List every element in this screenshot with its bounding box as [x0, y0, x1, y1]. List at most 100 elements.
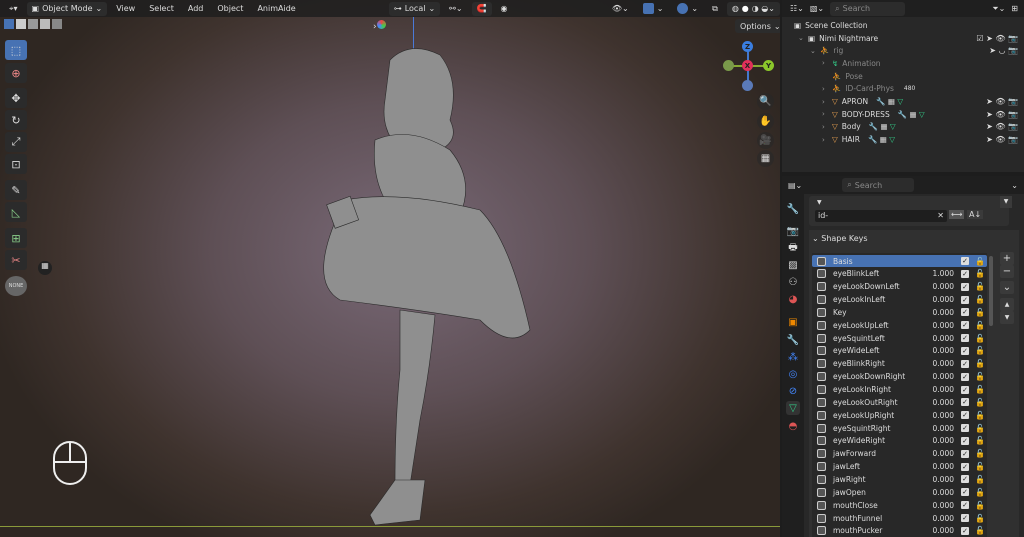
- particles-tab-icon[interactable]: ⁂: [786, 350, 800, 364]
- expand-arrow-icon[interactable]: ›: [822, 110, 832, 118]
- render-tab-icon[interactable]: 📷: [786, 224, 800, 238]
- mute-checkbox[interactable]: ✓: [961, 514, 969, 522]
- shape-key-row[interactable]: eyeBlinkRight 0.000 ✓ 🔓: [812, 358, 987, 370]
- shape-key-row[interactable]: eyeSquintRight 0.000 ✓ 🔓: [812, 422, 987, 434]
- mute-checkbox[interactable]: ✓: [961, 321, 969, 330]
- scene-tab-icon[interactable]: ⚇: [786, 275, 800, 289]
- expand-arrow-icon[interactable]: ⌄: [798, 34, 808, 42]
- outliner-item-body[interactable]: › ▽ Body 🔧 ▦ ▽ ➤ 👁 📷: [782, 121, 1024, 133]
- shape-key-row[interactable]: jawLeft 0.000 ✓ 🔓: [812, 461, 987, 473]
- lock-icon[interactable]: 🔓: [973, 359, 987, 368]
- transform-orientation-dropdown[interactable]: ⊶ Local ⌄: [388, 1, 441, 16]
- sort-alpha-icon[interactable]: A↓: [967, 210, 984, 219]
- shear-tool[interactable]: ✂: [5, 250, 27, 270]
- mesh-data-tab-icon[interactable]: ▽: [786, 401, 800, 415]
- mute-checkbox[interactable]: ✓: [961, 359, 969, 368]
- mute-checkbox[interactable]: ✓: [961, 372, 969, 381]
- shape-key-row[interactable]: jawForward 0.000 ✓ 🔓: [812, 448, 987, 460]
- add-shape-key-button[interactable]: +: [1000, 252, 1014, 265]
- select-extend-icon[interactable]: [16, 19, 26, 29]
- move-tool[interactable]: ✥: [5, 88, 27, 108]
- select-subtract-icon[interactable]: [28, 19, 38, 29]
- mute-checkbox[interactable]: ✓: [961, 282, 969, 291]
- options-chevron-icon[interactable]: ⌄: [1011, 181, 1018, 190]
- measure-tool[interactable]: ◺: [5, 202, 27, 222]
- add-cube-tool[interactable]: ⊞: [5, 228, 27, 248]
- lock-icon[interactable]: 🔓: [973, 385, 987, 394]
- shape-key-value[interactable]: 0.000: [914, 488, 954, 497]
- shape-key-value[interactable]: 0.000: [914, 526, 954, 535]
- shape-key-row[interactable]: eyeLookOutRight 0.000 ✓ 🔓: [812, 396, 987, 408]
- filter-name-input[interactable]: id- ✕: [815, 210, 947, 222]
- scene-collection-row[interactable]: ▣ Scene Collection: [782, 19, 1024, 31]
- view-layer-tab-icon[interactable]: ▨: [786, 258, 800, 272]
- new-collection-icon[interactable]: ⊞: [1011, 4, 1018, 13]
- lock-icon[interactable]: 🔓: [973, 436, 987, 445]
- collapse-arrow-icon[interactable]: ▼: [817, 199, 822, 206]
- remove-shape-key-button[interactable]: −: [1000, 265, 1014, 278]
- mute-checkbox[interactable]: ✓: [961, 488, 969, 497]
- pan-hand-icon[interactable]: ✋: [757, 113, 774, 130]
- menu-add[interactable]: Add: [183, 4, 209, 13]
- shape-key-row[interactable]: jawRight 0.000 ✓ 🔓: [812, 473, 987, 485]
- shape-key-row[interactable]: eyeLookInRight 0.000 ✓ 🔓: [812, 384, 987, 396]
- shape-key-row[interactable]: Key 0.000 ✓ 🔓: [812, 306, 987, 318]
- lock-icon[interactable]: 🔓: [973, 321, 987, 330]
- menu-object[interactable]: Object: [212, 4, 248, 13]
- outliner-item-id-card-phys[interactable]: › ⛹ ID-Card-Phys 480: [782, 83, 1024, 95]
- shape-keys-header[interactable]: ⌄ Shape Keys: [812, 234, 868, 243]
- mute-checkbox[interactable]: ✓: [961, 295, 969, 304]
- lock-icon[interactable]: 🔓: [973, 462, 987, 471]
- shape-key-value[interactable]: 0.000: [914, 346, 954, 355]
- filter-icon[interactable]: ⏷⌄: [992, 4, 1005, 14]
- annotate-tool[interactable]: ✎: [5, 180, 27, 200]
- lock-icon[interactable]: 🔓: [973, 424, 987, 433]
- filter-view-icon[interactable]: ▧⌄: [810, 4, 824, 13]
- shape-key-value[interactable]: 0.000: [914, 501, 954, 510]
- lock-icon[interactable]: 🔓: [973, 526, 987, 535]
- outliner-item-hair[interactable]: › ▽ HAIR 🔧 ▦ ▽ ➤ 👁 📷: [782, 134, 1024, 146]
- menu-select[interactable]: Select: [144, 4, 179, 13]
- shape-key-row[interactable]: mouthFunnel 0.000 ✓ 🔓: [812, 512, 987, 524]
- snap-toggle[interactable]: 🧲: [471, 1, 492, 16]
- visibility-toggles[interactable]: ➤ ◡ 📷: [989, 46, 1018, 55]
- lock-icon[interactable]: 🔓: [973, 346, 987, 355]
- shape-key-value[interactable]: 0.000: [914, 398, 954, 407]
- lock-icon[interactable]: 🔓: [973, 257, 987, 266]
- lock-icon[interactable]: 🔓: [973, 308, 987, 317]
- shape-key-row[interactable]: eyeLookDownRight 0.000 ✓ 🔓: [812, 371, 987, 383]
- gizmo-y[interactable]: Y: [763, 60, 774, 71]
- material-tab-icon[interactable]: ◓: [786, 419, 800, 433]
- constraints-tab-icon[interactable]: ⊘: [786, 384, 800, 398]
- mute-checkbox[interactable]: ✓: [961, 475, 969, 484]
- visibility-toggles[interactable]: ☑ ➤ 👁 📷: [976, 34, 1018, 43]
- scale-tool[interactable]: ⤢: [5, 132, 27, 152]
- shape-key-row[interactable]: eyeSquintLeft 0.000 ✓ 🔓: [812, 332, 987, 344]
- editor-type-button[interactable]: ⌖▾: [4, 2, 23, 16]
- lock-icon[interactable]: 🔓: [973, 334, 987, 343]
- shape-key-row[interactable]: eyeLookUpLeft 0.000 ✓ 🔓: [812, 319, 987, 331]
- sidebar-toggle[interactable]: ›: [373, 20, 386, 32]
- overlay-toggle[interactable]: ⌄: [672, 2, 703, 16]
- visibility-dropdown[interactable]: 👁⌄: [607, 2, 634, 16]
- visibility-toggles[interactable]: ➤ 👁 📷: [986, 97, 1018, 106]
- shape-key-value[interactable]: 0.000: [914, 411, 954, 420]
- world-tab-icon[interactable]: ◕: [786, 292, 800, 306]
- select-box-tool[interactable]: ⬚: [5, 40, 27, 60]
- shape-key-row[interactable]: eyeLookInLeft 0.000 ✓ 🔓: [812, 294, 987, 306]
- outliner-item-animation[interactable]: › ↯ Animation: [782, 57, 1024, 69]
- visibility-toggles[interactable]: ➤ 👁 📷: [986, 110, 1018, 119]
- mute-checkbox[interactable]: ✓: [961, 257, 969, 265]
- mute-checkbox[interactable]: ✓: [961, 449, 969, 458]
- mute-checkbox[interactable]: ✓: [961, 436, 969, 445]
- shape-key-value[interactable]: 0.000: [914, 372, 954, 381]
- 3d-viewport[interactable]: ⌖▾ ▣ Object Mode ⌄ View Select Add Object …: [0, 0, 780, 537]
- shape-key-value[interactable]: 0.000: [914, 436, 954, 445]
- lock-icon[interactable]: 🔓: [973, 269, 987, 278]
- physics-tab-icon[interactable]: ◎: [786, 367, 800, 381]
- shape-key-row[interactable]: jawOpen 0.000 ✓ 🔓: [812, 486, 987, 498]
- shape-key-value[interactable]: 0.000: [914, 462, 954, 471]
- mute-checkbox[interactable]: ✓: [961, 308, 969, 317]
- expand-arrow-icon[interactable]: ›: [822, 123, 832, 131]
- mute-checkbox[interactable]: ✓: [961, 462, 969, 471]
